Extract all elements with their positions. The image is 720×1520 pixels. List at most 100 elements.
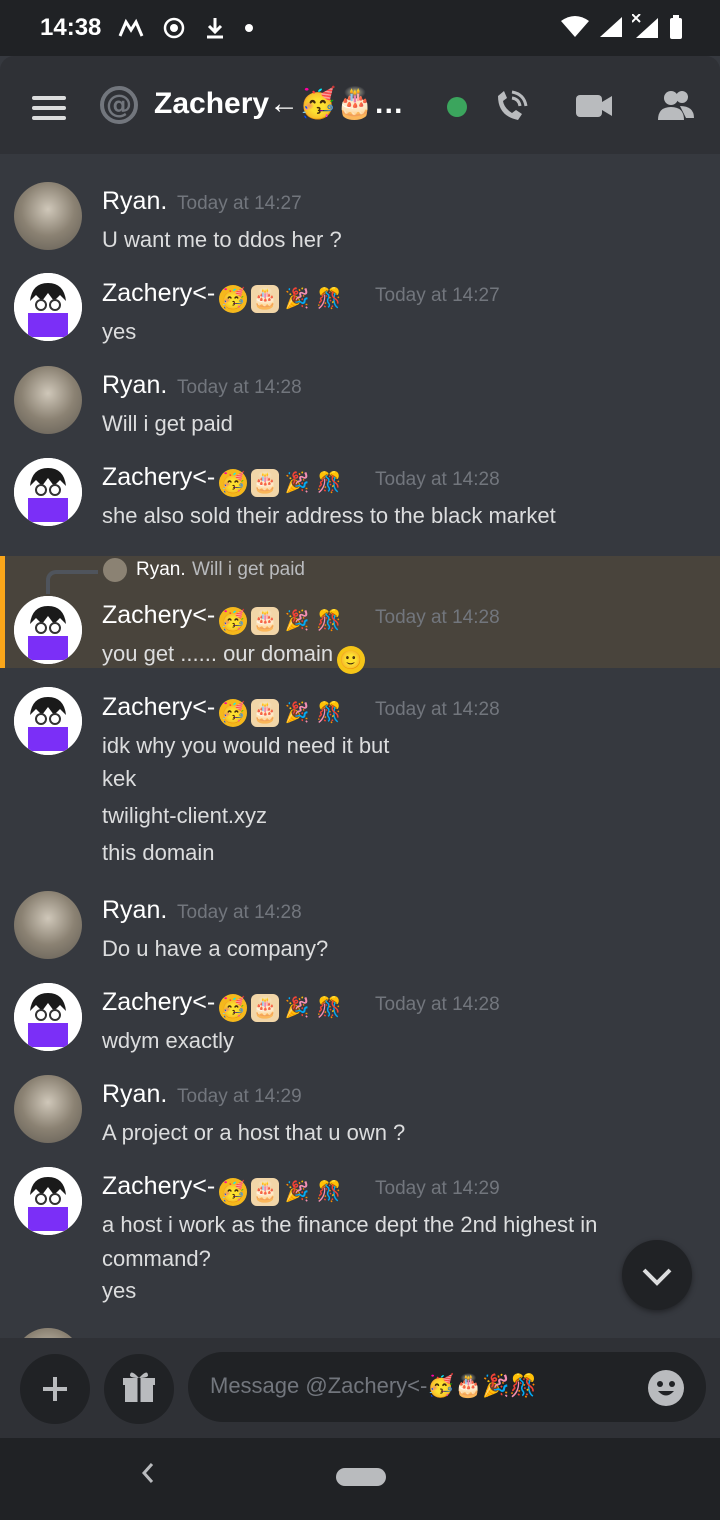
timestamp: Today at 14:29 [375,1178,500,1199]
message-input[interactable]: Message @Zachery<-🥳🎂🎉🎊 [188,1352,706,1422]
birthday-cake-emoji: 🎂 [251,607,280,635]
message-text: yes [102,1278,137,1303]
avatar[interactable] [14,891,82,959]
message-text: Do u have a company? [102,936,329,961]
system-navigation-bar [0,1438,720,1520]
signal-icon [600,17,622,37]
back-icon[interactable] [138,1458,158,1488]
composer-bar: Message @Zachery<-🥳🎂🎉🎊 [0,1338,720,1438]
confetti-ball-emoji: 🎊 [316,1181,342,1203]
party-popper-emoji: 🎉 [284,472,310,494]
message-link[interactable]: twilight-client.xyz [102,803,267,829]
author-name[interactable]: Ryan. [102,896,167,925]
gift-button[interactable] [104,1354,174,1424]
reply-author[interactable]: Ryan. [136,559,186,581]
avatar[interactable] [14,1328,82,1338]
party-face-emoji: 🥳 [219,285,248,313]
avatar[interactable] [14,596,82,664]
author-name[interactable]: Zachery<- 🥳 🎂 🎉 🎊 [102,693,343,727]
reply-avatar [103,558,127,582]
plus-icon [43,1377,67,1401]
party-face-emoji: 🥳 [219,469,248,497]
birthday-cake-emoji: 🎂 [251,994,280,1022]
status-left-icons [118,16,254,40]
timestamp: Today at 14:28 [375,607,500,628]
timestamp: Today at 14:28 [375,994,500,1015]
party-face-emoji: 🥳 [219,994,248,1022]
author-name[interactable]: Zachery<- 🥳 🎂 🎉 🎊 [102,279,343,313]
timestamp: Today at 14:28 [375,469,500,490]
gift-icon [123,1372,155,1402]
emoji-picker-icon[interactable] [648,1370,684,1406]
battery-icon [670,15,682,39]
reply-connector [46,570,98,594]
avatar[interactable] [14,983,82,1051]
avatar-image [14,1167,82,1235]
avatar-image [14,596,82,664]
author-name[interactable]: Ryan. [102,371,167,400]
add-attachment-button[interactable] [20,1354,90,1424]
timestamp: Today at 14:27 [375,285,500,306]
avatar[interactable] [14,458,82,526]
birthday-cake-emoji: 🎂 [251,469,280,497]
online-status-icon [447,97,467,117]
message-text: wdym exactly [102,1028,235,1053]
members-icon[interactable] [656,86,696,126]
party-face-emoji: 🥳 [219,607,248,635]
party-face-emoji: 🥳 [219,699,248,727]
message-text: she also sold their address to the black… [102,503,556,528]
message-text: Will i get paid [102,411,233,436]
timestamp: Today at 14:29 [177,1086,302,1107]
birthday-cake-emoji: 🎂 [251,699,280,727]
avatar[interactable] [14,273,82,341]
confetti-ball-emoji: 🎊 [316,702,342,724]
message-text: this domain [102,840,215,865]
confetti-ball-emoji: 🎊 [316,997,342,1019]
home-pill[interactable] [336,1468,386,1486]
birthday-cake-emoji: 🎂 [251,1178,280,1206]
avatar-image [14,983,82,1051]
jump-to-bottom-button[interactable] [622,1240,692,1310]
dot-icon [245,24,253,32]
chevron-down-icon [642,1268,672,1286]
confetti-ball-emoji: 🎊 [316,472,342,494]
author-name[interactable]: Ryan. [102,1080,167,1109]
avatar[interactable] [14,1167,82,1235]
party-face-emoji: 🥳 [219,1178,248,1206]
message-list[interactable]: Ryan. Today at 14:27 U want me to ddos h… [0,154,720,1338]
timestamp: Today at 14:28 [375,699,500,720]
avatar[interactable] [14,1075,82,1143]
message-input-placeholder: Message @Zachery<-🥳🎂🎉🎊 [210,1373,537,1398]
reply-preview[interactable]: Will i get paid [192,559,305,581]
avatar[interactable] [14,366,82,434]
author-name[interactable]: Zachery<- 🥳 🎂 🎉 🎊 [102,1172,343,1206]
slight-smile-emoji: 🙂 [337,646,366,674]
chat-header: @ Zachery←🥳🎂… [0,56,720,154]
timestamp: Today at 14:28 [177,377,302,398]
message-text: idk why you would need it but [102,733,390,758]
party-popper-emoji: 🎉 [284,1181,310,1203]
avatar[interactable] [14,182,82,250]
status-right-icons [560,14,684,40]
timestamp: Today at 14:28 [177,902,302,923]
at-icon: @ [100,86,138,124]
smile-icon [657,1381,675,1396]
video-call-icon[interactable] [574,86,614,126]
birthday-cake-emoji: 🎂 [251,285,280,313]
menu-icon[interactable] [32,96,66,120]
timestamp: Today at 14:27 [177,193,302,214]
avatar[interactable] [14,687,82,755]
confetti-ball-emoji: 🎊 [316,288,342,310]
conversation-title[interactable]: Zachery←🥳🎂… [154,86,404,121]
voice-call-icon[interactable] [490,86,530,126]
author-name[interactable]: Zachery<- 🥳 🎂 🎉 🎊 [102,601,343,635]
party-popper-emoji: 🎉 [284,288,310,310]
message-text: a host i work as the finance dept the 2n… [102,1212,598,1237]
confetti-ball-emoji: 🎊 [316,610,342,632]
author-name[interactable]: Zachery<- 🥳 🎂 🎉 🎊 [102,988,343,1022]
author-name[interactable]: Zachery<- 🥳 🎂 🎉 🎊 [102,463,343,497]
status-bar: 14:38 [0,0,720,56]
download-icon [207,18,223,39]
avatar-image [14,458,82,526]
author-name[interactable]: Ryan. [102,187,167,216]
